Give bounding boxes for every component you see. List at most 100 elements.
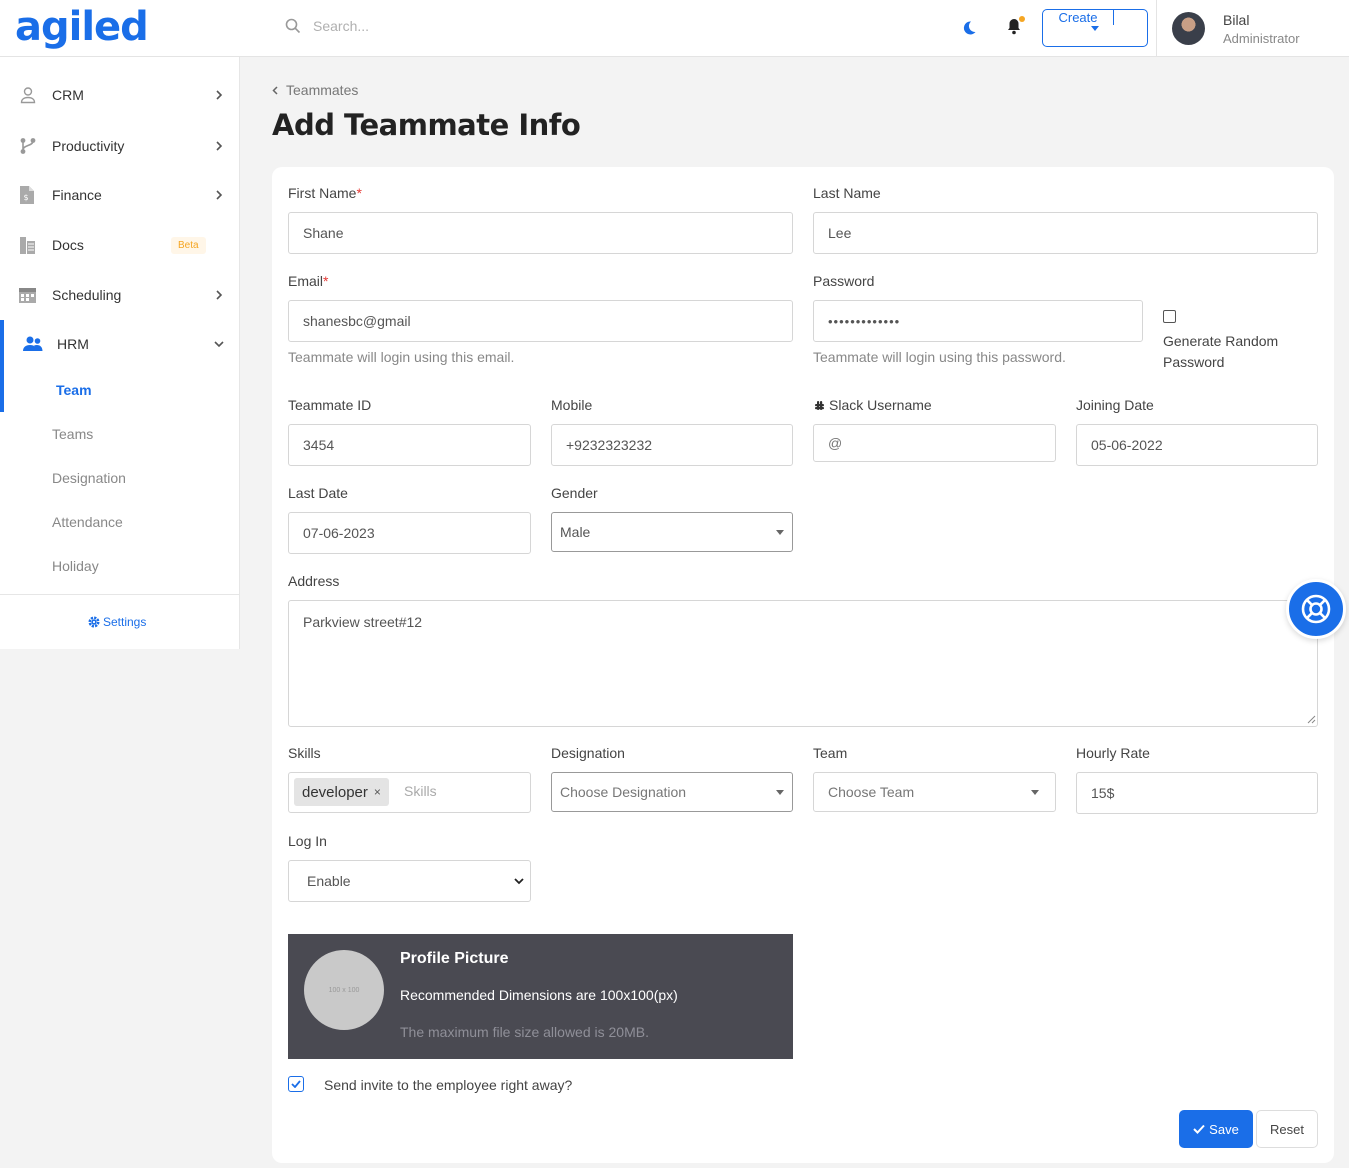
sidebar-item-scheduling[interactable]: Scheduling: [0, 275, 240, 315]
skill-chip-label: developer: [302, 783, 368, 801]
search-bar[interactable]: [285, 18, 513, 34]
notification-dot: [1019, 16, 1025, 22]
last-name-label: Last Name: [813, 185, 881, 201]
create-button[interactable]: Create: [1042, 9, 1148, 47]
user-role: Administrator: [1223, 31, 1300, 46]
settings-link[interactable]: Settings: [88, 615, 146, 629]
email-help-text: Teammate will login using this email.: [288, 349, 515, 365]
sidebar-subitem-attendance[interactable]: Attendance: [52, 514, 123, 530]
profile-picture-dimensions: Recommended Dimensions are 100x100(px): [400, 987, 678, 1003]
skills-label: Skills: [288, 745, 321, 761]
sidebar-item-finance[interactable]: $ Finance: [0, 175, 240, 215]
team-select[interactable]: Choose Team: [813, 772, 1056, 812]
chevron-right-icon: [216, 290, 223, 300]
sidebar-item-hrm[interactable]: HRM: [0, 324, 240, 364]
sidebar-item-label: CRM: [52, 87, 84, 103]
mobile-label: Mobile: [551, 397, 593, 413]
chevron-down-icon: [214, 341, 224, 348]
designation-placeholder: Choose Designation: [560, 784, 687, 800]
create-button-label[interactable]: Create: [1043, 10, 1114, 25]
invoice-icon: $: [20, 186, 34, 204]
check-icon: [1193, 1124, 1205, 1134]
teammate-id-input[interactable]: [288, 424, 531, 466]
agiled-logo[interactable]: agiled: [15, 4, 149, 50]
password-label: Password: [813, 273, 875, 289]
document-icon: [20, 236, 35, 254]
save-label: Save: [1209, 1121, 1239, 1137]
sidebar-item-label: Scheduling: [52, 287, 122, 303]
profile-picture-upload[interactable]: 100 x 100 Profile Picture Recommended Di…: [288, 934, 793, 1059]
sidebar-item-docs[interactable]: Docs Beta: [0, 225, 240, 265]
breadcrumb[interactable]: Teammates: [272, 82, 358, 98]
generate-random-label[interactable]: Generate Random Password: [1163, 331, 1313, 373]
svg-text:$: $: [24, 193, 29, 202]
log-in-select[interactable]: Enable: [288, 860, 531, 902]
send-invite-checkbox[interactable]: [288, 1076, 304, 1092]
address-label: Address: [288, 573, 340, 589]
breadcrumb-teammates[interactable]: Teammates: [286, 82, 358, 98]
designation-label: Designation: [551, 745, 625, 761]
sidebar-subitem-designation[interactable]: Designation: [52, 470, 126, 486]
dark-mode-moon-icon[interactable]: [960, 19, 978, 37]
gender-select[interactable]: Male: [551, 512, 793, 552]
sidebar-item-productivity[interactable]: Productivity: [0, 126, 240, 166]
user-name[interactable]: Bilal: [1223, 12, 1249, 28]
mobile-input[interactable]: [551, 424, 793, 466]
caret-down-icon: [776, 790, 784, 795]
send-invite-label[interactable]: Send invite to the employee right away?: [324, 1077, 572, 1093]
skill-chip[interactable]: developer ×: [294, 778, 389, 806]
joining-date-input[interactable]: [1076, 424, 1318, 466]
teammate-id-label: Teammate ID: [288, 397, 372, 413]
designation-select[interactable]: Choose Designation: [551, 772, 793, 812]
user-icon: [20, 87, 36, 104]
sidebar-item-crm[interactable]: CRM: [0, 75, 240, 115]
remove-chip-icon[interactable]: ×: [374, 785, 381, 799]
caret-down-icon: [776, 530, 784, 535]
sidebar-item-label: Finance: [52, 187, 102, 203]
team-placeholder: Choose Team: [828, 784, 915, 800]
team-label: Team: [813, 745, 848, 761]
password-help-text: Teammate will login using this password.: [813, 349, 1066, 365]
sidebar-item-label: Productivity: [52, 138, 125, 154]
sidebar: CRM Productivity $ Finance Docs Beta Sch…: [0, 57, 240, 649]
slack-label: Slack Username: [813, 397, 932, 413]
chevron-right-icon: [216, 190, 223, 200]
profile-picture-title: Profile Picture: [400, 950, 509, 967]
last-name-input[interactable]: [813, 212, 1318, 254]
hourly-rate-input[interactable]: [1076, 772, 1318, 814]
reset-button[interactable]: Reset: [1256, 1110, 1318, 1148]
sidebar-subitem-team[interactable]: Team: [56, 382, 92, 398]
email-input[interactable]: [288, 300, 793, 342]
sidebar-subitem-holiday[interactable]: Holiday: [52, 558, 99, 574]
email-label: Email*: [288, 273, 329, 289]
save-button[interactable]: Save: [1179, 1110, 1253, 1148]
chevron-right-icon: [216, 141, 223, 151]
address-textarea[interactable]: Parkview street#12: [288, 600, 1318, 727]
skills-placeholder[interactable]: Skills: [404, 783, 437, 799]
first-name-label: First Name*: [288, 185, 362, 201]
generate-random-checkbox[interactable]: [1163, 310, 1176, 323]
top-bar: agiled Create Bilal Administrator: [0, 0, 1349, 57]
page-title: Add Teammate Info: [272, 108, 581, 142]
calendar-icon: [19, 287, 36, 303]
caret-down-icon: [1091, 25, 1099, 31]
resize-handle-icon[interactable]: [1307, 715, 1316, 724]
chevron-right-icon: [216, 90, 223, 100]
last-date-label: Last Date: [288, 485, 348, 501]
sidebar-subitem-teams[interactable]: Teams: [52, 426, 93, 442]
help-button[interactable]: [1286, 579, 1346, 639]
search-icon: [285, 18, 301, 34]
branch-icon: [20, 138, 36, 154]
search-input[interactable]: [313, 18, 513, 34]
chevron-left-icon: [272, 85, 278, 95]
gear-icon: [88, 616, 100, 628]
last-date-input[interactable]: [288, 512, 531, 554]
joining-date-label: Joining Date: [1076, 397, 1154, 413]
user-separator: [1156, 0, 1157, 57]
password-input[interactable]: •••••••••••••: [813, 300, 1143, 342]
caret-down-icon: [1031, 790, 1039, 795]
first-name-input[interactable]: [288, 212, 793, 254]
profile-picture-placeholder[interactable]: 100 x 100: [304, 950, 384, 1030]
avatar[interactable]: [1172, 12, 1205, 45]
slack-username-input[interactable]: [813, 424, 1056, 462]
